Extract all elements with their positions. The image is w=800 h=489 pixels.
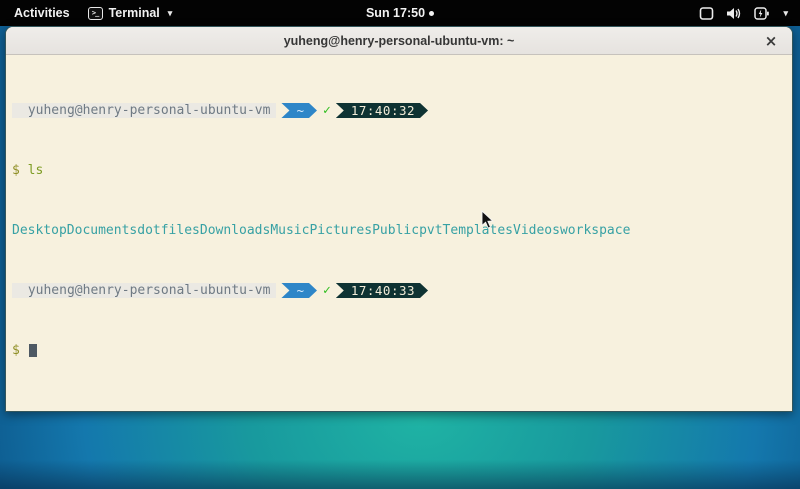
directory-entry: workspace xyxy=(560,223,630,238)
prompt-symbol: $ xyxy=(12,163,20,178)
prompt-line: yuheng@henry-personal-ubuntu-vm ~ ✓ 17:4… xyxy=(12,283,786,298)
clock-button[interactable]: Sun 17:50 xyxy=(366,6,434,20)
command-line: $ ls xyxy=(12,163,786,178)
mouse-cursor xyxy=(481,210,494,229)
window-title: yuheng@henry-personal-ubuntu-vm: ~ xyxy=(284,34,515,48)
directory-entry: Templates xyxy=(443,223,513,238)
prompt-user-segment: yuheng@henry-personal-ubuntu-vm xyxy=(12,283,276,298)
app-menu-label: Terminal xyxy=(109,6,160,20)
terminal-window: yuheng@henry-personal-ubuntu-vm: ~ × yuh… xyxy=(5,26,793,412)
app-menu-terminal[interactable]: >_ Terminal ▾ xyxy=(88,6,173,20)
directory-entry: dotfiles xyxy=(137,223,200,238)
window-titlebar[interactable]: yuheng@henry-personal-ubuntu-vm: ~ × xyxy=(6,27,792,55)
prompt-time-segment: 17:40:33 xyxy=(336,283,428,298)
ls-output-line: Desktop Documents dotfiles Downloads Mus… xyxy=(12,223,786,238)
display-icon xyxy=(699,7,714,20)
prompt-user-segment: yuheng@henry-personal-ubuntu-vm xyxy=(12,103,276,118)
system-status-area[interactable]: ▾ xyxy=(699,7,800,20)
prompt-time-segment: 17:40:32 xyxy=(336,103,428,118)
clock-label: Sun 17:50 xyxy=(366,6,425,20)
directory-entry: Downloads xyxy=(200,223,270,238)
directory-entry: Public xyxy=(372,223,419,238)
directory-entry: Documents xyxy=(67,223,137,238)
directory-entry: Videos xyxy=(513,223,560,238)
prompt-path-segment: ~ xyxy=(281,103,317,118)
status-check-icon: ✓ xyxy=(323,283,331,298)
terminal-app-icon: >_ xyxy=(88,7,103,20)
directory-entry: Desktop xyxy=(12,223,67,238)
directory-entry: Pictures xyxy=(309,223,372,238)
chevron-down-icon: ▾ xyxy=(168,8,173,19)
notification-dot-icon xyxy=(429,11,434,16)
prompt-line: yuheng@henry-personal-ubuntu-vm ~ ✓ 17:4… xyxy=(12,103,786,118)
prompt-symbol: $ xyxy=(12,343,20,358)
volume-icon xyxy=(726,7,742,20)
directory-entry: Music xyxy=(270,223,309,238)
status-check-icon: ✓ xyxy=(323,103,331,118)
directory-entry: pvt xyxy=(419,223,442,238)
prompt-path-segment: ~ xyxy=(281,283,317,298)
terminal-cursor xyxy=(29,344,37,357)
terminal-screen[interactable]: yuheng@henry-personal-ubuntu-vm ~ ✓ 17:4… xyxy=(6,55,792,412)
top-bar: Activities >_ Terminal ▾ Sun 17:50 ▾ xyxy=(0,0,800,26)
battery-charging-icon xyxy=(754,7,769,20)
activities-button[interactable]: Activities xyxy=(10,4,74,22)
typed-command: ls xyxy=(28,163,44,178)
command-line: $ xyxy=(12,343,786,358)
close-button[interactable]: × xyxy=(760,27,782,54)
chevron-down-icon: ▾ xyxy=(783,8,788,19)
